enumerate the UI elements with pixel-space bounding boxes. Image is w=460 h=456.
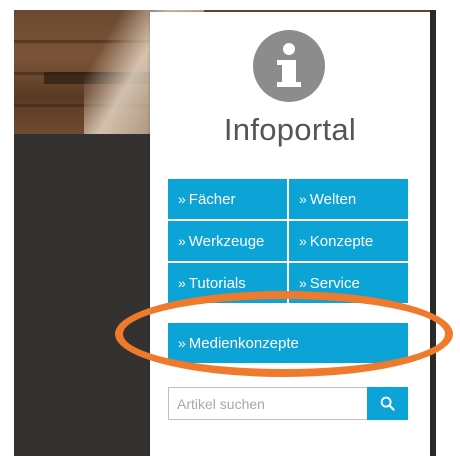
nav-button-label: Welten (309, 190, 357, 208)
nav-button-label: Medienkonzepte (188, 334, 299, 352)
nav-button-label: Service (309, 274, 360, 292)
panel-title: Infoportal (223, 112, 357, 147)
infoportal-panel: Infoportal » Fächer » Welten » Werkzeuge… (150, 12, 430, 456)
nav-button-label: Konzepte (309, 232, 374, 250)
nav-button-label: Werkzeuge (188, 232, 265, 250)
search-button[interactable] (367, 387, 408, 420)
nav-button-medienkonzepte[interactable]: » Medienkonzepte (168, 323, 408, 363)
chevron-right-icon: » (299, 233, 307, 249)
chevron-right-icon: » (299, 191, 307, 207)
chevron-right-icon: » (299, 275, 307, 291)
nav-button-werkzeuge[interactable]: » Werkzeuge (168, 221, 287, 261)
nav-button-label: Tutorials (188, 274, 246, 292)
nav-grid: » Fächer » Welten » Werkzeuge » Konzepte… (168, 179, 408, 303)
right-edge-strip (430, 10, 436, 456)
info-icon (253, 30, 325, 102)
nav-button-service[interactable]: » Service (289, 263, 408, 303)
nav-button-label: Fächer (188, 190, 236, 208)
nav-button-welten[interactable]: » Welten (289, 179, 408, 219)
nav-button-konzepte[interactable]: » Konzepte (289, 221, 408, 261)
nav-button-faecher[interactable]: » Fächer (168, 179, 287, 219)
search-input[interactable] (168, 387, 367, 420)
chevron-right-icon: » (178, 191, 186, 207)
chevron-right-icon: » (178, 275, 186, 291)
search-icon (380, 396, 395, 411)
chevron-right-icon: » (178, 335, 186, 351)
nav-button-tutorials[interactable]: » Tutorials (168, 263, 287, 303)
chevron-right-icon: » (178, 233, 186, 249)
